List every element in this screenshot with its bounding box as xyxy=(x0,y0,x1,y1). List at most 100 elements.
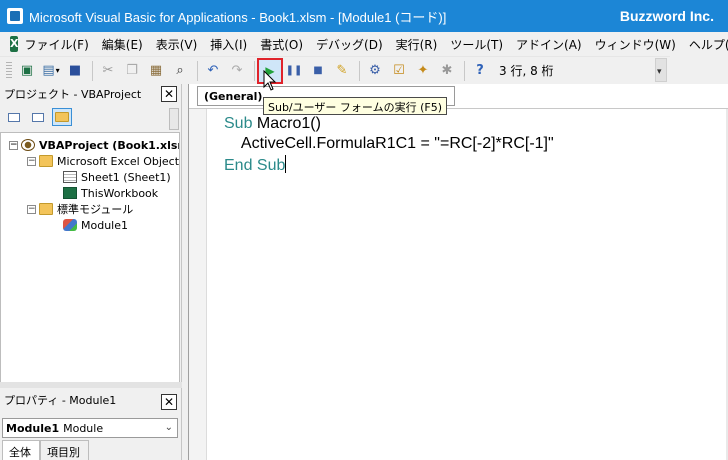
code-text: Macro1() xyxy=(252,115,321,132)
tab-alphabetic[interactable]: 全体 xyxy=(2,440,40,460)
cut-icon: ✂ xyxy=(102,63,114,78)
help-button[interactable]: ? xyxy=(469,60,491,82)
project-pane-scroll[interactable] xyxy=(169,108,179,130)
toolbar-separator xyxy=(254,60,255,81)
view-object-icon xyxy=(32,112,44,122)
collapse-icon[interactable]: − xyxy=(27,204,36,214)
properties-button[interactable]: ☑ xyxy=(388,60,410,82)
tree-item-label: VBAProject (Book1.xlsm) xyxy=(39,138,180,152)
folder-icon xyxy=(55,112,69,122)
view-code-icon xyxy=(8,112,20,122)
tree-item-label: Sheet1 (Sheet1) xyxy=(81,170,171,184)
toggle-folders-button[interactable] xyxy=(52,108,72,126)
properties-pane: プロパティ - Module1 ✕ Module1 Module ⌄ 全体 項目… xyxy=(0,388,182,460)
module-icon xyxy=(63,219,77,231)
redo-button[interactable]: ↷ xyxy=(226,60,248,82)
toolbar-overflow-button[interactable] xyxy=(655,58,667,82)
title-bar: Microsoft Visual Basic for Applications … xyxy=(0,0,728,32)
worksheet-icon xyxy=(63,171,77,183)
menu-tools[interactable]: ツール(T) xyxy=(450,36,503,53)
tree-item-thisworkbook[interactable]: ThisWorkbook xyxy=(63,185,158,201)
toolbar-separator xyxy=(464,60,465,81)
object-browser-icon: ✦ xyxy=(417,63,429,78)
cut-button[interactable]: ✂ xyxy=(97,60,119,82)
folder-icon xyxy=(39,203,53,215)
view-excel-button[interactable]: ▣ xyxy=(16,60,38,82)
properties-pane-close-button[interactable]: ✕ xyxy=(161,394,177,410)
mouse-cursor-icon xyxy=(263,70,277,91)
tree-item-vbaproject[interactable]: − VBAProject (Book1.xlsm) xyxy=(9,137,180,153)
tree-item-label: 標準モジュール xyxy=(57,203,134,216)
menu-format[interactable]: 書式(O) xyxy=(260,36,303,53)
standard-toolbar: ▣ ▤ ▾ ■ ✂ ❐ ▦ ⌕ ↶ ↷ ▶ ❚❚ ■ ✎ ⚙ ☑ ✦ ✱ ? 3 … xyxy=(0,56,670,84)
tree-item-label: Module1 xyxy=(81,218,128,232)
toolbar-separator xyxy=(92,60,93,81)
view-code-button[interactable] xyxy=(4,108,24,126)
toolbox-icon: ✱ xyxy=(441,63,453,78)
undo-icon: ↶ xyxy=(207,63,219,78)
menu-insert[interactable]: 挿入(I) xyxy=(210,36,247,53)
collapse-icon[interactable]: − xyxy=(27,156,36,166)
toolbar-grip[interactable] xyxy=(6,61,12,80)
break-button[interactable]: ❚❚ xyxy=(283,60,305,82)
copy-button[interactable]: ❐ xyxy=(121,60,143,82)
toolbox-button[interactable]: ✱ xyxy=(436,60,458,82)
find-button[interactable]: ⌕ xyxy=(169,60,191,82)
copy-icon: ❐ xyxy=(126,63,138,78)
menu-debug[interactable]: デバッグ(D) xyxy=(316,36,383,53)
workbook-icon xyxy=(63,187,77,199)
break-icon: ❚❚ xyxy=(285,64,303,76)
excel-icon: ▣ xyxy=(20,63,34,78)
object-select[interactable]: Module1 Module ⌄ xyxy=(2,418,178,438)
save-button[interactable]: ■ xyxy=(64,60,86,82)
excel-icon[interactable]: X xyxy=(10,36,19,52)
properties-tabs: 全体 項目別 xyxy=(2,440,89,460)
reset-button[interactable]: ■ xyxy=(307,60,329,82)
tree-item-standard-modules[interactable]: − 標準モジュール xyxy=(27,201,133,217)
redo-icon: ↷ xyxy=(231,63,243,78)
insert-userform-button[interactable]: ▤ ▾ xyxy=(40,60,62,82)
project-explorer-icon: ⚙ xyxy=(369,63,381,78)
code-line-1[interactable]: Sub Macro1() xyxy=(224,115,321,133)
brand-label: Buzzword Inc. xyxy=(619,8,714,24)
menu-addins[interactable]: アドイン(A) xyxy=(516,36,582,53)
menu-view[interactable]: 表示(V) xyxy=(156,36,198,53)
vba-project-icon xyxy=(21,139,35,151)
menu-help[interactable]: ヘルプ(H) xyxy=(689,36,728,53)
code-window: (General) Sub Macro1() ActiveCell.Formul… xyxy=(188,84,728,460)
code-keyword: End Sub xyxy=(224,157,286,174)
tree-item-module1[interactable]: Module1 xyxy=(63,217,128,233)
text-caret xyxy=(285,155,287,173)
project-pane-tools xyxy=(4,108,72,126)
find-icon: ⌕ xyxy=(176,63,184,78)
object-name: Module1 xyxy=(6,421,60,435)
tree-item-sheet1[interactable]: Sheet1 (Sheet1) xyxy=(63,169,171,185)
design-mode-button[interactable]: ✎ xyxy=(331,60,353,82)
object-browser-button[interactable]: ✦ xyxy=(412,60,434,82)
folder-icon xyxy=(39,155,53,167)
code-margin[interactable] xyxy=(189,109,207,460)
tree-item-excel-objects[interactable]: − Microsoft Excel Objects xyxy=(27,153,180,169)
collapse-icon[interactable]: − xyxy=(9,140,18,150)
project-pane-title: プロジェクト - VBAProject xyxy=(4,88,142,101)
view-object-button[interactable] xyxy=(28,108,48,126)
tree-item-label: Microsoft Excel Objects xyxy=(57,154,180,168)
undo-button[interactable]: ↶ xyxy=(202,60,224,82)
menu-bar: X ファイル(F) 編集(E) 表示(V) 挿入(I) 書式(O) デバッグ(D… xyxy=(0,32,728,56)
project-pane-close-button[interactable]: ✕ xyxy=(161,86,177,102)
menu-window[interactable]: ウィンドウ(W) xyxy=(595,36,676,53)
properties-pane-title: プロパティ - Module1 xyxy=(4,394,117,407)
menu-run[interactable]: 実行(R) xyxy=(396,36,438,53)
code-line-2[interactable]: ActiveCell.FormulaR1C1 = "=RC[-2]*RC[-1]… xyxy=(224,135,554,153)
project-explorer-button[interactable]: ⚙ xyxy=(364,60,386,82)
code-line-3[interactable]: End Sub xyxy=(224,155,287,175)
run-tooltip: Sub/ユーザー フォームの実行 (F5) xyxy=(263,97,447,115)
code-text: ActiveCell.FormulaR1C1 = "=RC[-2]*RC[-1]… xyxy=(224,135,554,152)
menu-file[interactable]: ファイル(F) xyxy=(24,36,88,53)
properties-icon: ☑ xyxy=(393,63,405,78)
save-icon: ■ xyxy=(68,63,82,78)
reset-icon: ■ xyxy=(313,64,323,76)
paste-button[interactable]: ▦ xyxy=(145,60,167,82)
menu-edit[interactable]: 編集(E) xyxy=(102,36,143,53)
tab-categorized[interactable]: 項目別 xyxy=(40,440,89,460)
